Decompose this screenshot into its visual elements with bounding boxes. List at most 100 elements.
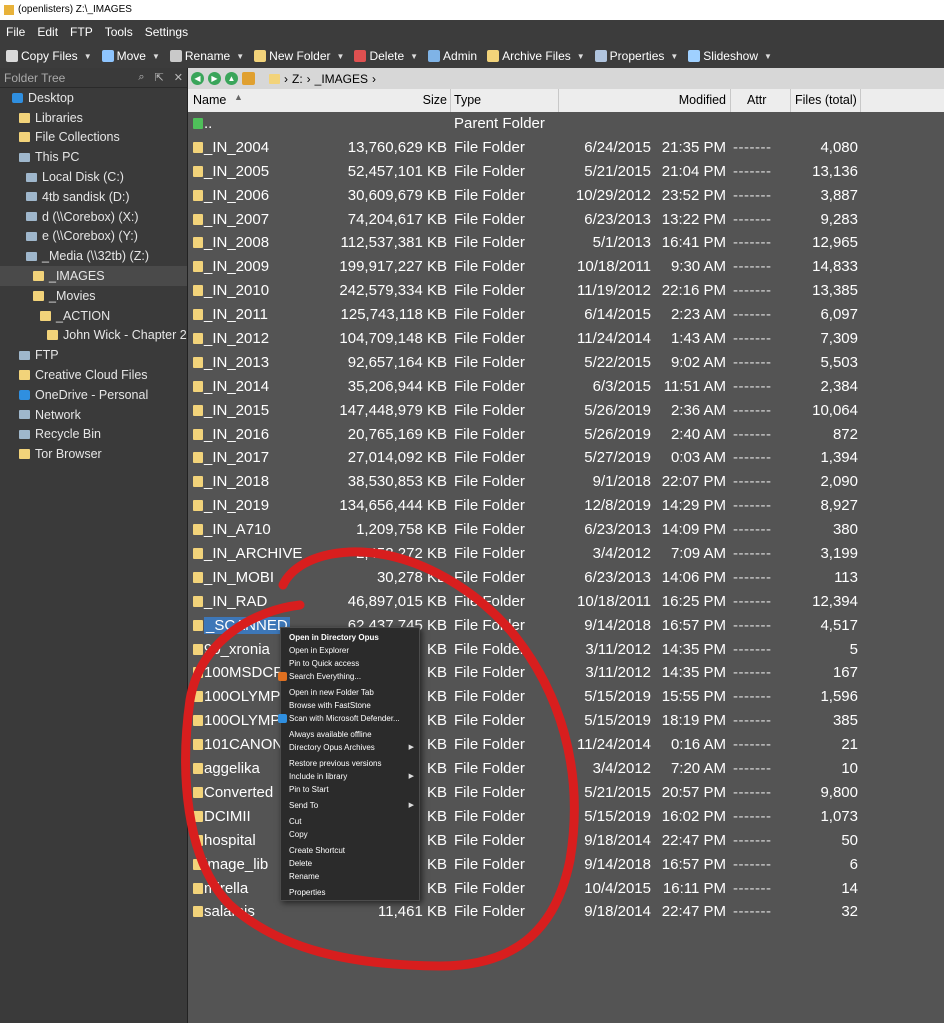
move-button[interactable]: Move ▼ bbox=[101, 49, 160, 63]
tree-item[interactable]: Local Disk (C:) bbox=[0, 167, 187, 187]
chevron-down-icon[interactable]: ▼ bbox=[337, 52, 345, 61]
tree-item[interactable]: _Media (\\32tb) (Z:) bbox=[0, 246, 187, 266]
context-menu-item-scan-with-microsoft-defender[interactable]: Scan with Microsoft Defender... bbox=[278, 712, 419, 725]
path-folder[interactable]: _IMAGES bbox=[315, 72, 368, 86]
column-name[interactable]: Name bbox=[193, 93, 226, 107]
chevron-down-icon[interactable]: ▼ bbox=[670, 52, 678, 61]
tree-item[interactable]: Tor Browser bbox=[0, 444, 187, 464]
up-icon[interactable]: ▲ bbox=[225, 72, 238, 85]
delete-button[interactable]: Delete ▼ bbox=[354, 49, 418, 63]
file-row[interactable]: _IN_MOBI 30,278 KB File Folder 6/23/2013 14:… bbox=[188, 566, 944, 590]
menu-edit[interactable]: Edit bbox=[37, 25, 58, 39]
tree-item[interactable]: Creative Cloud Files bbox=[0, 365, 187, 385]
file-row[interactable]: _IN_2017 27,014,092 KB File Folder 5/27/201… bbox=[188, 446, 944, 470]
path-drive[interactable]: Z: bbox=[292, 72, 303, 86]
pin-icon[interactable]: ⇱ bbox=[155, 71, 164, 84]
properties-button[interactable]: Properties ▼ bbox=[594, 49, 678, 63]
chevron-down-icon[interactable]: ▼ bbox=[84, 52, 92, 61]
chevron-down-icon[interactable]: ▼ bbox=[152, 52, 160, 61]
context-menu-item-send-to[interactable]: Send To ▶ bbox=[281, 799, 419, 812]
tree-item[interactable]: Libraries bbox=[0, 108, 187, 128]
context-menu-item-cut[interactable]: Cut bbox=[281, 815, 419, 828]
tree-item[interactable]: 4tb sandisk (D:) bbox=[0, 187, 187, 207]
file-row[interactable]: _IN_RAD 46,897,015 KB File Folder 10/18/201… bbox=[188, 590, 944, 614]
menu-file[interactable]: File bbox=[6, 25, 25, 39]
file-row[interactable]: _IN_2018 38,530,853 KB File Folder 9/1/2018… bbox=[188, 470, 944, 494]
tree-item[interactable]: _IMAGES bbox=[0, 266, 187, 286]
context-menu-item-search-everything[interactable]: Search Everything... bbox=[278, 670, 419, 683]
column-type[interactable]: Type bbox=[454, 93, 481, 107]
file-row[interactable]: salamis 11,461 KB File Folder 9/18/2014 22:4… bbox=[188, 900, 944, 924]
home-icon[interactable] bbox=[242, 72, 255, 85]
search-icon[interactable]: ⌕ bbox=[138, 71, 144, 84]
column-modified[interactable]: Modified bbox=[679, 93, 726, 107]
chevron-down-icon[interactable]: ▼ bbox=[577, 52, 585, 61]
menu-settings[interactable]: Settings bbox=[145, 25, 188, 39]
tree-item[interactable]: d (\\Corebox) (X:) bbox=[0, 207, 187, 227]
chevron-down-icon[interactable]: ▼ bbox=[236, 52, 244, 61]
back-icon[interactable]: ◀ bbox=[191, 72, 204, 85]
rename-button[interactable]: Rename ▼ bbox=[169, 49, 244, 63]
file-row[interactable]: _IN_2004 13,760,629 KB File Folder 6/24/201… bbox=[188, 136, 944, 160]
menu-tools[interactable]: Tools bbox=[105, 25, 133, 39]
file-row[interactable]: _IN_2010 242,579,334 KB File Folder 11/19/2… bbox=[188, 279, 944, 303]
tree-item[interactable]: File Collections bbox=[0, 128, 187, 148]
tree-item[interactable]: John Wick - Chapter 2 bbox=[0, 326, 187, 346]
file-row[interactable]: _IN_2007 74,204,617 KB File Folder 6/23/201… bbox=[188, 208, 944, 232]
context-menu-item-copy[interactable]: Copy bbox=[281, 828, 419, 841]
copy-files-button[interactable]: Copy Files ▼ bbox=[6, 49, 92, 63]
context-menu-item-rename[interactable]: Rename bbox=[281, 870, 419, 883]
file-row[interactable]: _IN_2016 20,765,169 KB File Folder 5/26/201… bbox=[188, 423, 944, 447]
file-type: File Folder bbox=[454, 258, 525, 276]
admin-button[interactable]: Admin bbox=[428, 49, 477, 63]
context-menu-item-delete[interactable]: Delete bbox=[281, 857, 419, 870]
context-menu-item-create-shortcut[interactable]: Create Shortcut bbox=[281, 844, 419, 857]
context-menu-item-restore-previous-versions[interactable]: Restore previous versions bbox=[281, 757, 419, 770]
tree-item[interactable]: _Movies bbox=[0, 286, 187, 306]
file-row[interactable]: _IN_ARCHIVE 2,458,272 KB File Folder 3/4/20… bbox=[188, 542, 944, 566]
chevron-down-icon[interactable]: ▼ bbox=[764, 52, 772, 61]
file-row[interactable]: _IN_2014 35,206,944 KB File Folder 6/3/2015… bbox=[188, 375, 944, 399]
context-menu-item-open-in-directory-opus[interactable]: Open in Directory Opus bbox=[281, 631, 419, 644]
archive-files-button[interactable]: Archive Files ▼ bbox=[487, 49, 585, 63]
forward-icon[interactable]: ▶ bbox=[208, 72, 221, 85]
parent-folder-row[interactable]: .. Parent Folder bbox=[188, 112, 944, 136]
context-menu-item-pin-to-start[interactable]: Pin to Start bbox=[281, 783, 419, 796]
context-menu-item-properties[interactable]: Properties bbox=[281, 886, 419, 899]
folder-icon bbox=[193, 356, 203, 368]
column-size[interactable]: Size bbox=[423, 93, 447, 107]
context-menu-item-open-in-explorer[interactable]: Open in Explorer bbox=[281, 644, 419, 657]
tree-item[interactable]: FTP bbox=[0, 345, 187, 365]
context-menu-item-directory-opus-archives[interactable]: Directory Opus Archives ▶ bbox=[281, 741, 419, 754]
file-row[interactable]: _IN_2012 104,709,148 KB File Folder 11/24/2… bbox=[188, 327, 944, 351]
context-menu-item-open-in-new-folder-tab[interactable]: Open in new Folder Tab bbox=[281, 686, 419, 699]
menu-ftp[interactable]: FTP bbox=[70, 25, 93, 39]
tree-item[interactable]: This PC bbox=[0, 147, 187, 167]
file-row[interactable]: _IN_2008 112,537,381 KB File Folder 5/1/201… bbox=[188, 231, 944, 255]
column-files-total[interactable]: Files (total) bbox=[795, 93, 857, 107]
file-row[interactable]: _IN_2011 125,743,118 KB File Folder 6/14/20… bbox=[188, 303, 944, 327]
new-folder-button[interactable]: New Folder ▼ bbox=[254, 49, 344, 63]
file-row[interactable]: _IN_2005 52,457,101 KB File Folder 5/21/201… bbox=[188, 160, 944, 184]
file-row[interactable]: _IN_2015 147,448,979 KB File Folder 5/26/20… bbox=[188, 399, 944, 423]
context-menu-item-always-available-offline[interactable]: Always available offline bbox=[281, 728, 419, 741]
file-type: File Folder bbox=[454, 138, 525, 156]
tree-item[interactable]: e (\\Corebox) (Y:) bbox=[0, 227, 187, 247]
tree-item[interactable]: OneDrive - Personal bbox=[0, 385, 187, 405]
context-menu-item-include-in-library[interactable]: Include in library ▶ bbox=[281, 770, 419, 783]
file-row[interactable]: _IN_2006 30,609,679 KB File Folder 10/29/20… bbox=[188, 184, 944, 208]
context-menu-item-pin-to-quick-access[interactable]: Pin to Quick access bbox=[281, 657, 419, 670]
file-row[interactable]: _IN_A710 1,209,758 KB File Folder 6/23/2013… bbox=[188, 518, 944, 542]
slideshow-button[interactable]: Slideshow ▼ bbox=[688, 49, 772, 63]
close-icon[interactable]: ✕ bbox=[174, 71, 183, 84]
tree-item[interactable]: Desktop bbox=[0, 88, 187, 108]
context-menu-item-browse-with-faststone[interactable]: Browse with FastStone bbox=[281, 699, 419, 712]
column-attr[interactable]: Attr bbox=[747, 93, 766, 107]
tree-item[interactable]: _ACTION bbox=[0, 306, 187, 326]
tree-item[interactable]: Recycle Bin bbox=[0, 425, 187, 445]
file-row[interactable]: _IN_2013 92,657,164 KB File Folder 5/22/201… bbox=[188, 351, 944, 375]
chevron-down-icon[interactable]: ▼ bbox=[410, 52, 418, 61]
tree-item[interactable]: Network bbox=[0, 405, 187, 425]
file-row[interactable]: _IN_2019 134,656,444 KB File Folder 12/8/20… bbox=[188, 494, 944, 518]
file-row[interactable]: _IN_2009 199,917,227 KB File Folder 10/18/2… bbox=[188, 255, 944, 279]
